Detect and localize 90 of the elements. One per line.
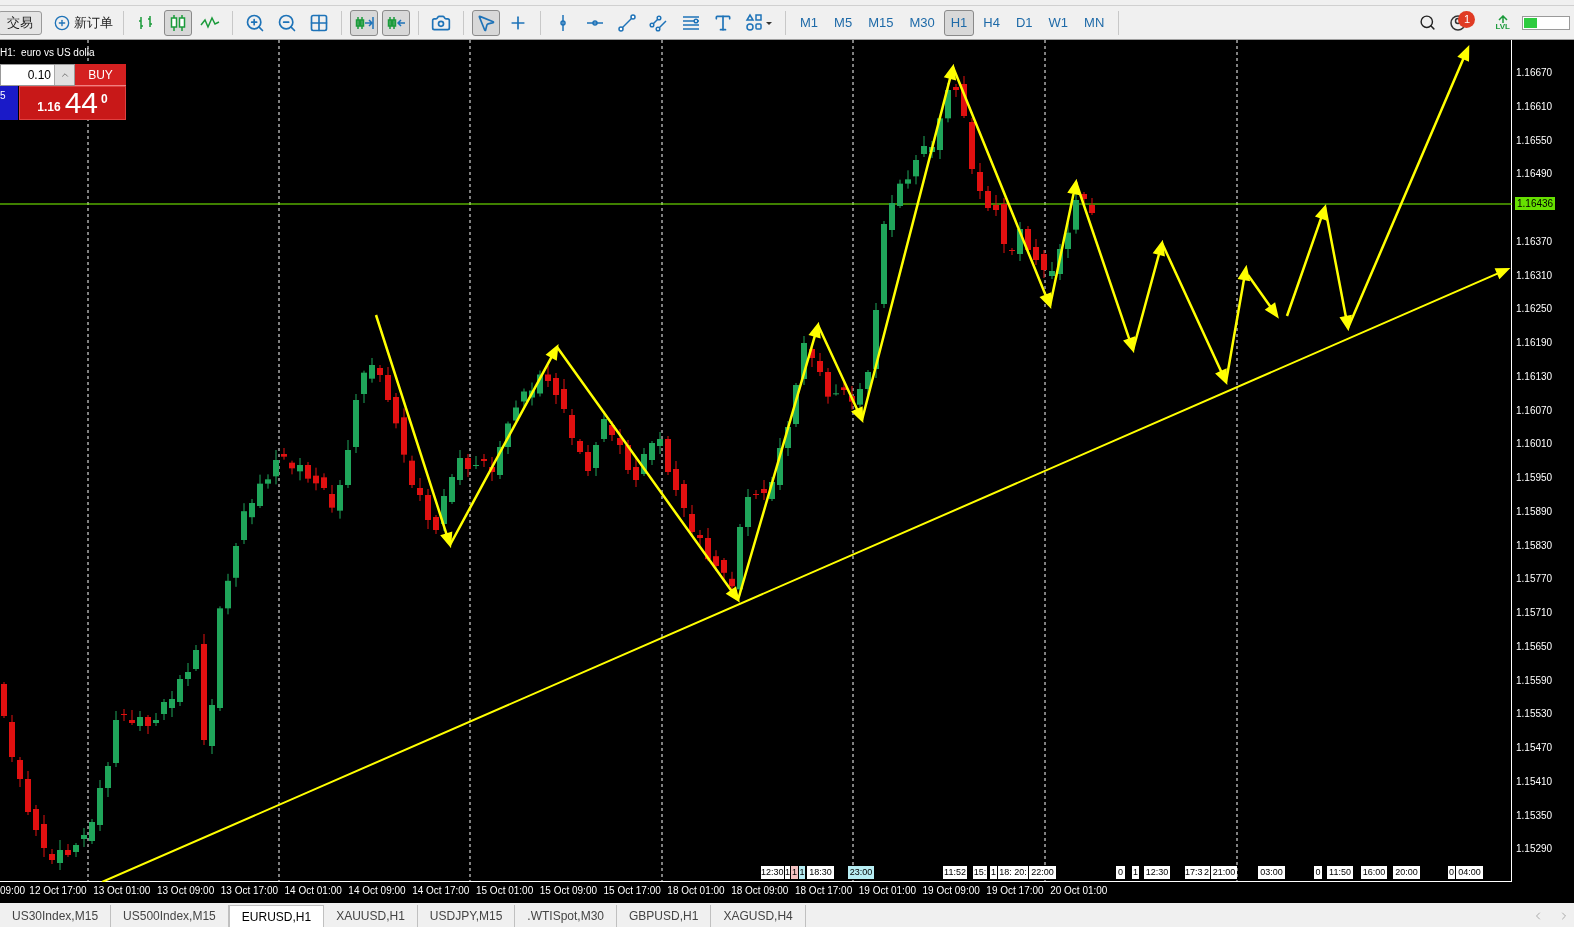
event-marker: 11:52 [943,866,967,879]
notification-badge: 1 [1458,10,1476,28]
time-label: 20 Oct 01:00 [1050,885,1108,897]
event-marker: 22:00 [1029,866,1056,879]
event-marker: 20: [1013,866,1028,879]
price-label: 1.15830 [1516,539,1553,552]
price-label: 1.16130 [1516,370,1553,383]
time-label: 14 Oct 17:00 [412,885,470,897]
price-label: 1.16550 [1516,134,1553,147]
price-label: 1.15650 [1516,640,1553,653]
event-marker: 21:00 [1211,866,1237,879]
price-label: 1.15530 [1516,708,1553,721]
timeframe-button[interactable]: M30 [902,9,942,36]
timeframe-button[interactable]: D1 [1008,9,1040,36]
time-label: 19 Oct 01:00 [858,885,916,897]
event-marker: 23:00 [848,866,874,879]
price-label: 1.16370 [1516,235,1553,248]
time-label: 19 Oct 09:00 [922,885,980,897]
price-label: 1.16250 [1516,303,1553,316]
price-label: 1.15710 [1516,607,1553,619]
price-label: 1.15770 [1516,573,1553,586]
price-prefix: 1.16 [37,99,61,116]
event-marker: 04:00 [1456,866,1483,879]
chart-tab[interactable]: EURUSD,H1 [228,905,325,927]
event-marker: 18:30 [807,866,834,879]
event-marker: 15: [973,866,987,879]
price-label: 1.16610 [1516,100,1553,113]
notifications-button[interactable]: 1 [1449,9,1484,36]
price-label: 1.16070 [1516,404,1553,417]
event-marker: 18: [998,866,1013,879]
time-label: 15 Oct 17:00 [603,885,661,897]
event-marker: 1 [791,866,798,879]
time-label: 18 Oct 17:00 [794,885,853,897]
time-label: 09:00 [0,885,26,897]
time-label: 14 Oct 01:00 [284,885,342,897]
event-marker: 12:30 [1144,866,1170,879]
price-label: 1.16490 [1516,168,1553,181]
price-label: 1.16010 [1516,438,1553,451]
event-marker: 1 [785,866,790,879]
time-label: 15 Oct 01:00 [475,885,534,897]
event-marker: 0 [1116,866,1125,879]
event-marker: 12:30 [761,866,784,879]
event-marker: 0 [1448,866,1455,879]
price-label: 1.16190 [1516,337,1553,349]
price-label: 1.15350 [1516,809,1553,822]
timeframe-button[interactable]: M5 [827,9,860,36]
new-order-button[interactable]: 新订单 [50,10,117,35]
price-label: 1.15410 [1516,775,1553,788]
price-label: 1.15290 [1516,843,1553,856]
time-label: 14 Oct 09:00 [348,885,406,897]
price-label: 1.15950 [1516,472,1553,484]
level-button[interactable]: LVL [1495,14,1510,31]
trade-button[interactable]: 交易 [0,10,42,35]
timeframe-button[interactable]: M1 [793,9,826,36]
time-label: 15 Oct 09:00 [539,885,597,897]
sell-price-panel[interactable]: 5 [0,86,18,120]
timeframe-button[interactable]: M15 [861,9,901,36]
event-marker: 2 [1203,866,1210,879]
timeframe-button[interactable]: H4 [976,9,1007,36]
price-pips: 44 [64,87,98,119]
price-label: 1.15890 [1516,505,1553,518]
lot-size-value: 0.10 [27,67,52,84]
time-label: 19 Oct 17:00 [986,885,1044,897]
time-label: 13 Oct 09:00 [156,885,215,897]
event-marker: 20:00 [1393,866,1420,879]
price-label: 1.15590 [1516,674,1553,687]
time-label: 18 Oct 01:00 [667,885,725,897]
timeframe-button[interactable]: H1 [943,9,975,36]
time-label: 12 Oct 17:00 [29,885,87,897]
current-price-tag: 1.16436 [1515,197,1556,210]
price-label: 1.15470 [1516,742,1553,754]
event-marker: 11:50 [1327,866,1353,879]
event-marker: 03:00 [1258,866,1285,879]
event-marker: 0 [1314,866,1322,879]
event-marker: 17:3 [1185,866,1203,879]
event-marker: 1 [799,866,805,879]
time-label: 18 Oct 09:00 [731,885,789,897]
chart-title: H1: euro vs US dolla [0,46,95,60]
event-marker: 1 [1132,866,1139,879]
price-label: 1.16310 [1516,269,1553,282]
event-marker: 1 [990,866,997,879]
timeframe-button[interactable]: W1 [1041,9,1076,36]
time-label: 13 Oct 17:00 [220,885,278,897]
event-marker: 16:00 [1361,866,1387,879]
price-fraction: 0 [101,91,108,108]
price-label: 1.16670 [1516,67,1553,79]
buy-button[interactable]: BUY [75,64,126,86]
lot-size-field[interactable]: 0.10 [0,64,75,86]
time-label: 13 Oct 01:00 [93,885,151,897]
timeframe-button[interactable]: MN [1077,9,1112,36]
